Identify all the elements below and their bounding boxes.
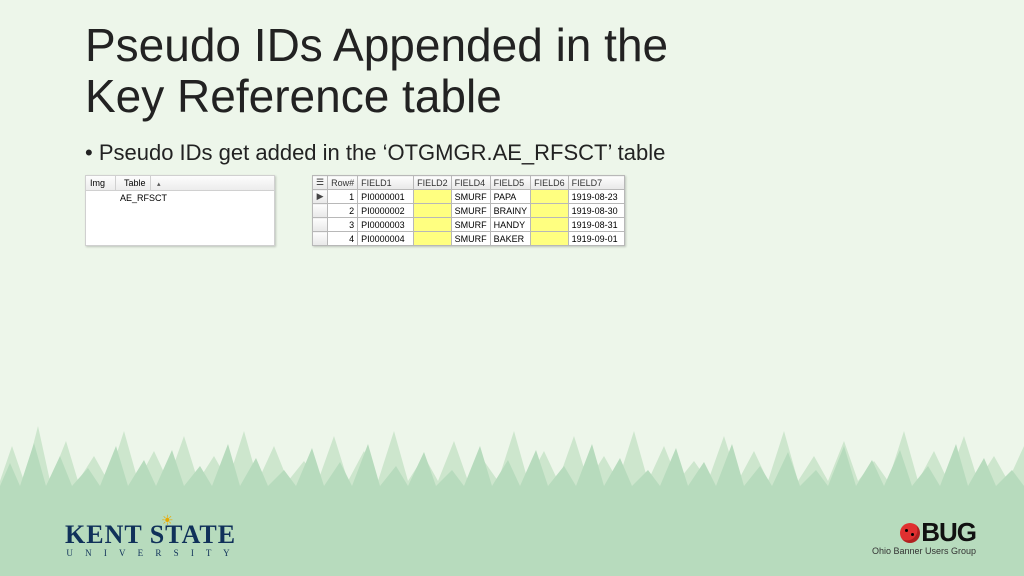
cell-field7: 1919-08-30 [568, 204, 624, 218]
table-row[interactable]: 2 PI0000002 SMURF BRAINY 1919-08-30 [313, 204, 625, 218]
grass-front-icon [0, 438, 1024, 498]
cell-field7: 1919-09-01 [568, 232, 624, 246]
cell-field5: HANDY [490, 218, 531, 232]
row-pointer-icon: ▶ [313, 190, 328, 204]
cell-field2 [414, 204, 452, 218]
sort-asc-icon: ▴ [153, 179, 165, 190]
cell-rownum: 2 [328, 204, 358, 218]
col-field5[interactable]: FIELD5 [490, 176, 531, 190]
title-line2: Key Reference table [85, 70, 502, 122]
ladybug-icon [900, 523, 920, 543]
cell-field4: SMURF [451, 204, 490, 218]
col-rownum[interactable]: Row# [328, 176, 358, 190]
table-row[interactable]: 3 PI0000003 SMURF HANDY 1919-08-31 [313, 218, 625, 232]
cell-field1: PI0000002 [358, 204, 414, 218]
slide-title: Pseudo IDs Appended in the Key Reference… [85, 20, 668, 121]
grid-header-row: ☰ Row# FIELD1 FIELD2 FIELD4 FIELD5 FIELD… [313, 176, 625, 190]
cell-field5: PAPA [490, 190, 531, 204]
bullet-text: Pseudo IDs get added in the ‘OTGMGR.AE_R… [85, 140, 665, 166]
cell-field6 [531, 190, 569, 204]
cell-field6 [531, 204, 569, 218]
obug-logo: BUG Ohio Banner Users Group [872, 517, 976, 556]
cell-field6 [531, 232, 569, 246]
cell-field7: 1919-08-23 [568, 190, 624, 204]
table-list-item[interactable]: AE_RFSCT [86, 191, 274, 205]
cell-field1: PI0000003 [358, 218, 414, 232]
kent-sub: U N I V E R S I T Y [65, 548, 236, 558]
table-row[interactable]: ▶ 1 PI0000001 SMURF PAPA 1919-08-23 [313, 190, 625, 204]
kent-main: KENT STATE [65, 520, 236, 550]
cell-field5: BRAINY [490, 204, 531, 218]
kent-state-logo: ☀ KENT STATE U N I V E R S I T Y [65, 520, 236, 558]
title-line1: Pseudo IDs Appended in the [85, 19, 668, 71]
obug-sub: Ohio Banner Users Group [872, 546, 976, 556]
row-selector [313, 232, 328, 246]
col-field6[interactable]: FIELD6 [531, 176, 569, 190]
cell-field1: PI0000004 [358, 232, 414, 246]
row-selector [313, 204, 328, 218]
col-table[interactable]: Table ▴ [116, 176, 274, 190]
cell-field2 [414, 218, 452, 232]
cell-field6 [531, 218, 569, 232]
cell-field1: PI0000001 [358, 190, 414, 204]
grid-corner-icon[interactable]: ☰ [313, 176, 328, 190]
grid-body: ▶ 1 PI0000001 SMURF PAPA 1919-08-23 2 PI… [313, 190, 625, 246]
slide: Pseudo IDs Appended in the Key Reference… [0, 0, 1024, 576]
cell-rownum: 3 [328, 218, 358, 232]
table-row[interactable]: 4 PI0000004 SMURF BAKER 1919-09-01 [313, 232, 625, 246]
col-field4[interactable]: FIELD4 [451, 176, 490, 190]
obug-text: BUG [921, 517, 976, 548]
table-list-panel: Img Table ▴ AE_RFSCT [85, 175, 275, 246]
row-selector [313, 218, 328, 232]
cell-field4: SMURF [451, 190, 490, 204]
table-list-empty [86, 205, 274, 245]
cell-field2 [414, 232, 452, 246]
cell-field7: 1919-08-31 [568, 218, 624, 232]
sun-icon: ☀ [161, 512, 174, 529]
table-list-header: Img Table ▴ [86, 176, 274, 191]
col-img[interactable]: Img [86, 176, 116, 190]
cell-rownum: 4 [328, 232, 358, 246]
data-grid: ☰ Row# FIELD1 FIELD2 FIELD4 FIELD5 FIELD… [312, 175, 625, 246]
cell-field2 [414, 190, 452, 204]
cell-field4: SMURF [451, 218, 490, 232]
col-field7[interactable]: FIELD7 [568, 176, 624, 190]
col-field1[interactable]: FIELD1 [358, 176, 414, 190]
cell-field5: BAKER [490, 232, 531, 246]
cell-field4: SMURF [451, 232, 490, 246]
cell-rownum: 1 [328, 190, 358, 204]
col-field2[interactable]: FIELD2 [414, 176, 452, 190]
